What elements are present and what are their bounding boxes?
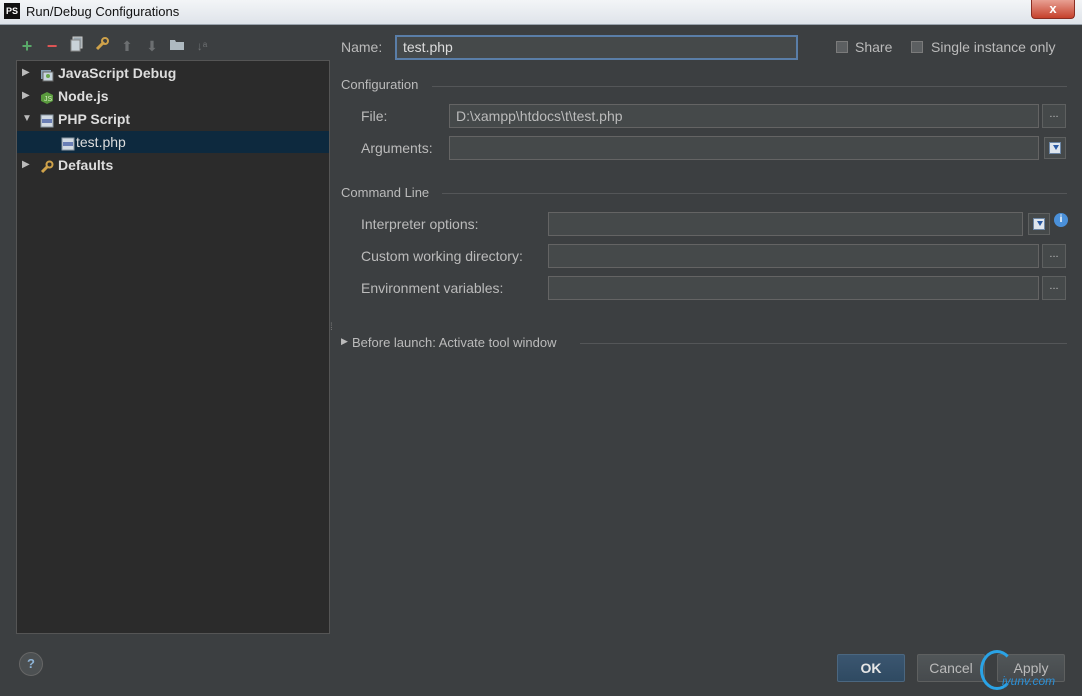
environment-variables-field[interactable] [548, 276, 1039, 300]
tree-item-php-script[interactable]: ▼ PHP Script [17, 108, 329, 130]
collapse-arrow-icon[interactable]: ▼ [22, 108, 32, 130]
before-launch-expand-icon[interactable]: ▶ [341, 336, 348, 347]
arguments-expand-button[interactable] [1044, 137, 1066, 159]
before-launch-toggle[interactable]: Before launch: Activate tool window [352, 335, 557, 350]
tree-item-label: JavaScript Debug [58, 65, 177, 81]
folder-icon[interactable] [168, 36, 186, 56]
javascript-debug-icon [40, 66, 54, 82]
working-directory-browse-button[interactable]: ... [1042, 244, 1066, 268]
working-directory-field[interactable] [548, 244, 1039, 268]
single-instance-label[interactable]: Single instance only [931, 39, 1056, 55]
tree-item-label: Defaults [58, 157, 114, 173]
share-checkbox[interactable] [836, 41, 848, 53]
info-icon[interactable]: i [1054, 213, 1068, 227]
phpstorm-logo: PS [4, 3, 20, 19]
expand-field-icon [1049, 142, 1061, 154]
svg-text:JS: JS [44, 96, 53, 103]
file-browse-button[interactable]: ... [1042, 104, 1066, 128]
configuration-section-title: Configuration [341, 77, 419, 92]
command-line-section-title: Command Line [341, 185, 430, 200]
tree-item-javascript-debug[interactable]: ▶ JavaScript Debug [17, 62, 329, 84]
tree-item-label: test.php [76, 134, 126, 150]
before-launch-divider [580, 343, 1067, 344]
command-line-divider [442, 193, 1067, 194]
expand-arrow-icon[interactable]: ▶ [22, 85, 30, 107]
php-file-icon [61, 135, 75, 151]
name-field[interactable]: test.php [395, 35, 798, 60]
single-instance-checkbox[interactable] [911, 41, 923, 53]
sort-icon[interactable]: ↓ᵃ [193, 36, 211, 56]
copy-icon[interactable] [68, 36, 86, 56]
window-title: Run/Debug Configurations [26, 4, 180, 19]
expand-field-icon [1033, 218, 1045, 230]
tree-item-test-php[interactable]: test.php [17, 131, 329, 153]
remove-icon[interactable]: − [43, 36, 61, 56]
name-label: Name: [341, 39, 383, 55]
environment-variables-browse-button[interactable]: ... [1042, 276, 1066, 300]
tree-item-defaults[interactable]: ▶ Defaults [17, 154, 329, 176]
nodejs-icon: JS [40, 89, 54, 104]
interpreter-options-field[interactable] [548, 212, 1023, 236]
tree-item-label: Node.js [58, 88, 109, 104]
file-field[interactable]: D:\xampp\htdocs\t\test.php [449, 104, 1039, 128]
expand-arrow-icon[interactable]: ▶ [22, 154, 30, 176]
move-up-icon[interactable]: ⬆ [118, 36, 136, 56]
tree-item-label: PHP Script [58, 111, 131, 127]
interpreter-expand-button[interactable] [1028, 213, 1050, 235]
expand-arrow-icon[interactable]: ▶ [22, 62, 30, 84]
panel-splitter[interactable]: ⁞ [330, 323, 334, 341]
cancel-button[interactable]: Cancel [917, 654, 985, 682]
arguments-label: Arguments: [361, 140, 433, 156]
file-label: File: [361, 108, 388, 124]
help-button[interactable]: ? [19, 652, 43, 676]
configuration-divider [432, 86, 1067, 87]
php-script-icon [40, 112, 54, 128]
watermark-logo: iyunv.com [980, 650, 1080, 694]
move-down-icon[interactable]: ⬇ [143, 36, 161, 56]
window-close-button[interactable]: x [1031, 0, 1075, 19]
window-title-bar: PS Run/Debug Configurations x [0, 0, 1082, 25]
arguments-field[interactable] [449, 136, 1039, 160]
share-label[interactable]: Share [855, 39, 892, 55]
edit-defaults-icon[interactable] [93, 36, 111, 56]
tree-item-nodejs[interactable]: ▶ JS Node.js [17, 85, 329, 107]
environment-variables-label: Environment variables: [361, 280, 504, 296]
wrench-icon [40, 158, 54, 174]
ok-button[interactable]: OK [837, 654, 905, 682]
add-icon[interactable]: + [18, 36, 36, 56]
watermark-text: iyunv.com [1002, 674, 1056, 688]
working-directory-label: Custom working directory: [361, 248, 523, 264]
configurations-tree: ▶ JavaScript Debug ▶ JS Node.js ▼ PHP Sc… [16, 60, 330, 634]
interpreter-options-label: Interpreter options: [361, 216, 479, 232]
